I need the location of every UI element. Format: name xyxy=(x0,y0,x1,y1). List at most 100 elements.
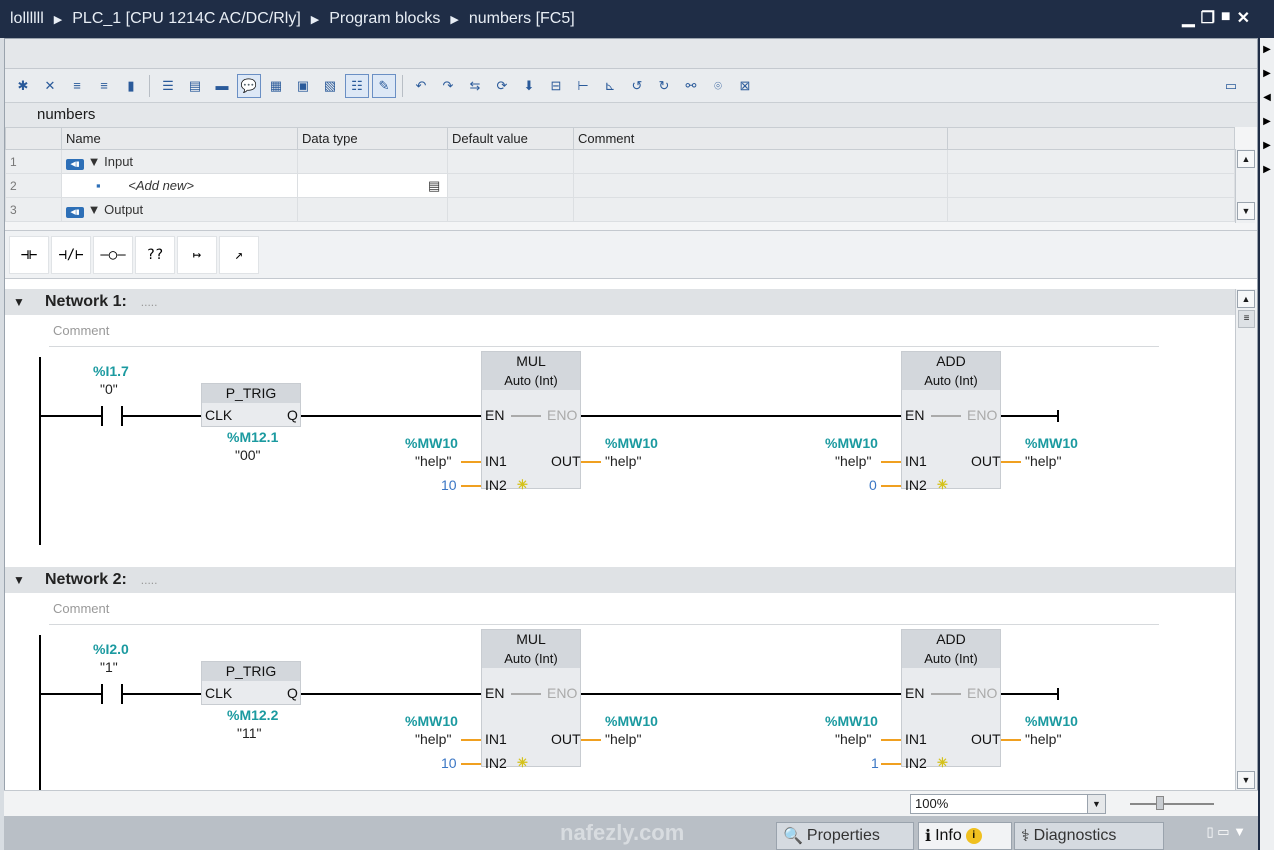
insert-network-icon[interactable]: ✱ xyxy=(11,74,35,98)
tab-diagnostics[interactable]: ⚕ Diagnostics xyxy=(1014,822,1164,850)
add-input-icon[interactable]: ✳ xyxy=(517,477,528,493)
table-row[interactable]: 1 ◀▮ ▼ Input xyxy=(5,149,1235,174)
in2-constant[interactable]: 0 xyxy=(869,477,877,493)
breadcrumb-project[interactable]: lollllll xyxy=(10,10,44,28)
in2-constant[interactable]: 10 xyxy=(441,755,457,771)
network-close-icon[interactable]: ▬ xyxy=(210,74,234,98)
in1-address[interactable]: %MW10 xyxy=(825,713,878,729)
in1-tag[interactable]: "help" xyxy=(835,731,871,747)
zoom-slider[interactable] xyxy=(1130,803,1214,805)
nc-contact-icon[interactable]: ⊣/⊢ xyxy=(51,235,91,274)
comment-placeholder[interactable]: Comment xyxy=(49,321,1159,347)
column-comment[interactable]: Comment xyxy=(573,127,948,150)
chevron-down-icon[interactable]: ▼ xyxy=(1087,795,1105,813)
panel-controls[interactable]: ▯ ▭ ▼ xyxy=(1206,824,1246,840)
network-title-dots[interactable]: ..... xyxy=(141,573,158,587)
open-branch-icon[interactable]: ↦ xyxy=(177,235,217,274)
p-trig-tag[interactable]: "00" xyxy=(235,447,261,463)
out-address[interactable]: %MW10 xyxy=(1025,713,1078,729)
in1-tag[interactable]: "help" xyxy=(415,453,451,469)
no-contact[interactable] xyxy=(101,406,123,426)
expand-icon[interactable]: ▶ xyxy=(1260,110,1274,134)
absolute-operands-icon[interactable]: ☰ xyxy=(156,74,180,98)
cross-reference-icon[interactable]: ⚯ xyxy=(679,74,703,98)
tag-info-icon[interactable]: ✎ xyxy=(372,73,396,98)
tab-info[interactable]: ℹ Info i xyxy=(918,822,1012,850)
no-contact[interactable] xyxy=(101,684,123,704)
in2-constant[interactable]: 1 xyxy=(871,755,879,771)
scroll-up-icon[interactable]: ▲ xyxy=(1237,290,1255,308)
favorites-icon[interactable]: ▦ xyxy=(264,74,288,98)
expand-icon[interactable]: ▶ xyxy=(1260,158,1274,182)
breadcrumb-device[interactable]: PLC_1 [CPU 1214C AC/DC/Rly] xyxy=(72,10,301,28)
empty-box-icon[interactable]: ?? xyxy=(135,235,175,274)
scroll-down-icon[interactable]: ▼ xyxy=(1237,771,1255,789)
list-view-icon[interactable]: ☷ xyxy=(345,73,369,98)
in2-constant[interactable]: 10 xyxy=(441,477,457,493)
contact-tag[interactable]: "0" xyxy=(100,381,118,397)
trace-icon[interactable]: ⊾ xyxy=(598,74,622,98)
p-trig-tag[interactable]: "11" xyxy=(237,725,261,741)
update-icon[interactable]: ⟳ xyxy=(490,74,514,98)
network-open-icon[interactable]: ▤ xyxy=(183,74,207,98)
compare-icon[interactable]: ⇆ xyxy=(463,74,487,98)
download-icon[interactable]: ⬇ xyxy=(517,74,541,98)
monitor-icon[interactable]: ⊟ xyxy=(544,74,568,98)
interface-scrollbar[interactable]: ▲ ▼ xyxy=(1235,149,1255,223)
scroll-thumb[interactable]: ≡ xyxy=(1238,310,1255,328)
comments-icon[interactable]: 💬 xyxy=(237,73,261,98)
out-tag[interactable]: "help" xyxy=(605,731,641,747)
list-picker-icon[interactable]: ▤ xyxy=(428,178,440,193)
out-address[interactable]: %MW10 xyxy=(1025,435,1078,451)
restore-icon[interactable]: ❐ xyxy=(1201,8,1215,28)
breadcrumb-block[interactable]: numbers [FC5] xyxy=(469,10,575,28)
column-data-type[interactable]: Data type xyxy=(297,127,448,150)
delete-network-icon[interactable]: ✕ xyxy=(38,74,62,98)
network-1-header[interactable]: ▼ Network 1: ..... xyxy=(5,289,1235,315)
out-tag[interactable]: "help" xyxy=(605,453,641,469)
collapse-icon[interactable]: ▼ xyxy=(5,573,45,587)
back-icon[interactable]: ↺ xyxy=(625,74,649,98)
zoom-select[interactable]: 100% ▼ xyxy=(910,794,1106,814)
add-new-cell[interactable]: ▪ <Add new> xyxy=(61,173,298,198)
table-row[interactable]: 2 ▪ <Add new> ▤ xyxy=(5,173,1235,198)
add-input-icon[interactable]: ✳ xyxy=(937,755,948,771)
expand-icon[interactable]: ▼ xyxy=(88,154,101,169)
close-branch-icon[interactable]: ↗ xyxy=(219,235,259,274)
go-to-error-icon[interactable]: ↶ xyxy=(409,74,433,98)
coil-icon[interactable]: –○– xyxy=(93,235,133,274)
out-address[interactable]: %MW10 xyxy=(605,713,658,729)
operand-icon[interactable]: ▧ xyxy=(318,74,342,98)
add-row-icon[interactable]: ≡ xyxy=(92,74,116,98)
in1-address[interactable]: %MW10 xyxy=(825,435,878,451)
network-2-header[interactable]: ▼ Network 2: ..... xyxy=(5,567,1235,593)
box-type[interactable]: Auto (Int) xyxy=(902,649,1000,668)
forward-icon[interactable]: ↻ xyxy=(652,74,676,98)
add-input-icon[interactable]: ✳ xyxy=(517,755,528,771)
p-trig-address[interactable]: %M12.1 xyxy=(227,429,278,445)
out-tag[interactable]: "help" xyxy=(1025,731,1061,747)
editor-scrollbar[interactable]: ▲ ≡ ▼ xyxy=(1235,289,1257,797)
contact-address[interactable]: %I2.0 xyxy=(93,641,129,657)
minimize-icon[interactable]: ▁ xyxy=(1182,8,1194,28)
next-error-icon[interactable]: ↷ xyxy=(436,74,460,98)
in1-tag[interactable]: "help" xyxy=(835,453,871,469)
no-contact-icon[interactable]: ⊣⊢ xyxy=(9,235,49,274)
in1-tag[interactable]: "help" xyxy=(415,731,451,747)
contact-address[interactable]: %I1.7 xyxy=(93,363,129,379)
step-icon[interactable]: ⊢ xyxy=(571,74,595,98)
add-input-icon[interactable]: ✳ xyxy=(937,477,948,493)
expand-icon[interactable]: ▶ xyxy=(1260,62,1274,86)
network-title-dots[interactable]: ..... xyxy=(141,295,158,309)
box-type[interactable]: Auto (Int) xyxy=(482,649,580,668)
column-name[interactable]: Name xyxy=(61,127,298,150)
breadcrumb-folder[interactable]: Program blocks xyxy=(329,10,440,28)
lock-icon[interactable]: ⊠ xyxy=(733,74,757,98)
expand-icon[interactable]: ▼ xyxy=(88,202,101,217)
contact-tag[interactable]: "1" xyxy=(100,659,118,675)
maximize-icon[interactable]: ■ xyxy=(1221,8,1231,28)
collapse-icon[interactable]: ▼ xyxy=(5,295,45,309)
data-type-cell[interactable]: ▤ xyxy=(297,173,448,198)
comment-placeholder[interactable]: Comment xyxy=(49,599,1159,625)
in1-address[interactable]: %MW10 xyxy=(405,713,458,729)
